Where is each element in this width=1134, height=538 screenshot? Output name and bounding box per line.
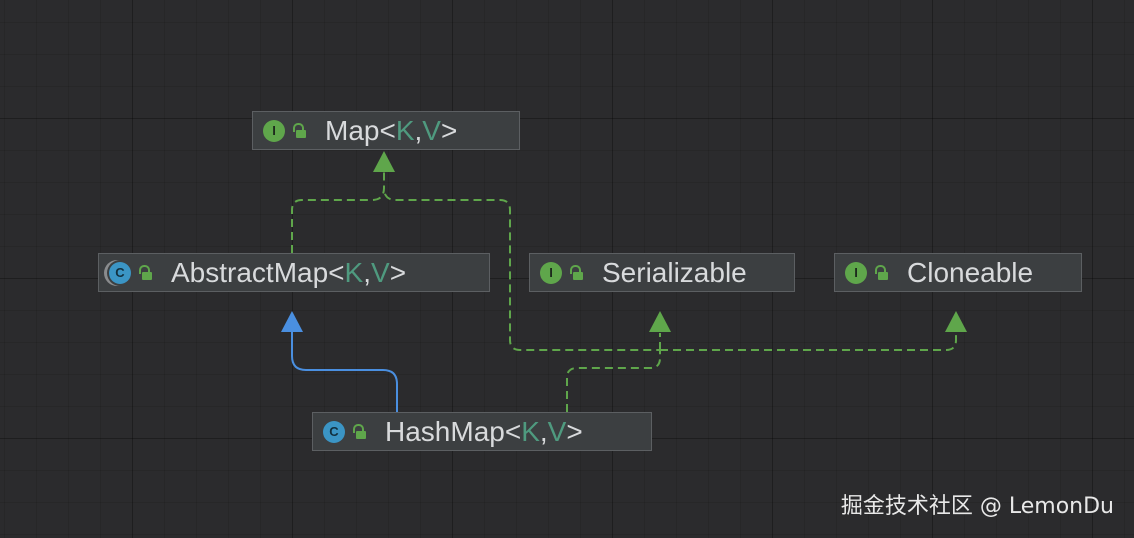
type-param-k: K	[344, 256, 364, 288]
type-param-v: V	[547, 415, 567, 447]
type-param-k: K	[521, 415, 540, 447]
class-name: Serializable	[602, 256, 747, 288]
uml-diagram-canvas[interactable]: I Map < K, V > C AbstractMap < K, V > I Serial…	[0, 0, 1134, 538]
arrowhead-abstractmap	[281, 311, 303, 332]
arrowhead-map	[373, 151, 395, 172]
node-map-interface[interactable]: I Map < K, V >	[252, 111, 520, 150]
arrowhead-serializable	[649, 311, 671, 332]
edge-hashmap-extends-abstractmap	[291, 332, 398, 412]
class-name: Map	[325, 114, 380, 146]
type-open: <	[504, 415, 522, 447]
type-param-v: V	[422, 114, 441, 146]
public-lock-icon	[293, 122, 307, 139]
node-abstractmap-class[interactable]: C AbstractMap < K, V >	[98, 253, 490, 292]
interface-icon: I	[845, 261, 867, 284]
type-open: <	[328, 256, 345, 288]
public-lock-icon	[139, 264, 153, 281]
arrowhead-cloneable	[945, 311, 967, 332]
abstract-class-icon: C	[109, 261, 131, 284]
edge-hashmap-implements-map	[383, 187, 661, 412]
class-name: HashMap	[385, 415, 505, 447]
edge-abstractmap-implements-map	[291, 172, 385, 253]
public-lock-icon	[353, 423, 367, 440]
public-lock-icon	[570, 264, 584, 281]
interface-icon: I	[263, 119, 285, 142]
node-label: Cloneable	[907, 257, 1033, 289]
node-label: Serializable	[602, 257, 747, 289]
type-open: <	[379, 114, 396, 146]
type-sep: ,	[363, 256, 371, 288]
node-serializable-interface[interactable]: I Serializable	[529, 253, 795, 292]
type-param-v: V	[371, 256, 390, 288]
type-close: >	[566, 415, 583, 447]
type-param-k: K	[395, 114, 415, 146]
node-label: Map < K, V >	[325, 115, 457, 147]
class-name: Cloneable	[907, 256, 1034, 288]
node-label: HashMap < K, V >	[385, 416, 583, 448]
class-icon: C	[323, 420, 345, 443]
type-close: >	[440, 114, 458, 146]
type-sep: ,	[414, 114, 423, 146]
node-label: AbstractMap < K, V >	[171, 257, 406, 289]
edge-hashmap-implements-cloneable	[660, 333, 957, 351]
node-cloneable-interface[interactable]: I Cloneable	[834, 253, 1082, 292]
type-sep: ,	[539, 415, 548, 447]
public-lock-icon	[875, 264, 889, 281]
interface-icon: I	[540, 261, 562, 284]
watermark-text: 掘金技术社区 @ LemonDu	[840, 494, 1114, 519]
type-close: >	[389, 256, 407, 288]
node-hashmap-class[interactable]: C HashMap < K, V >	[312, 412, 652, 451]
class-name: AbstractMap	[171, 256, 329, 288]
